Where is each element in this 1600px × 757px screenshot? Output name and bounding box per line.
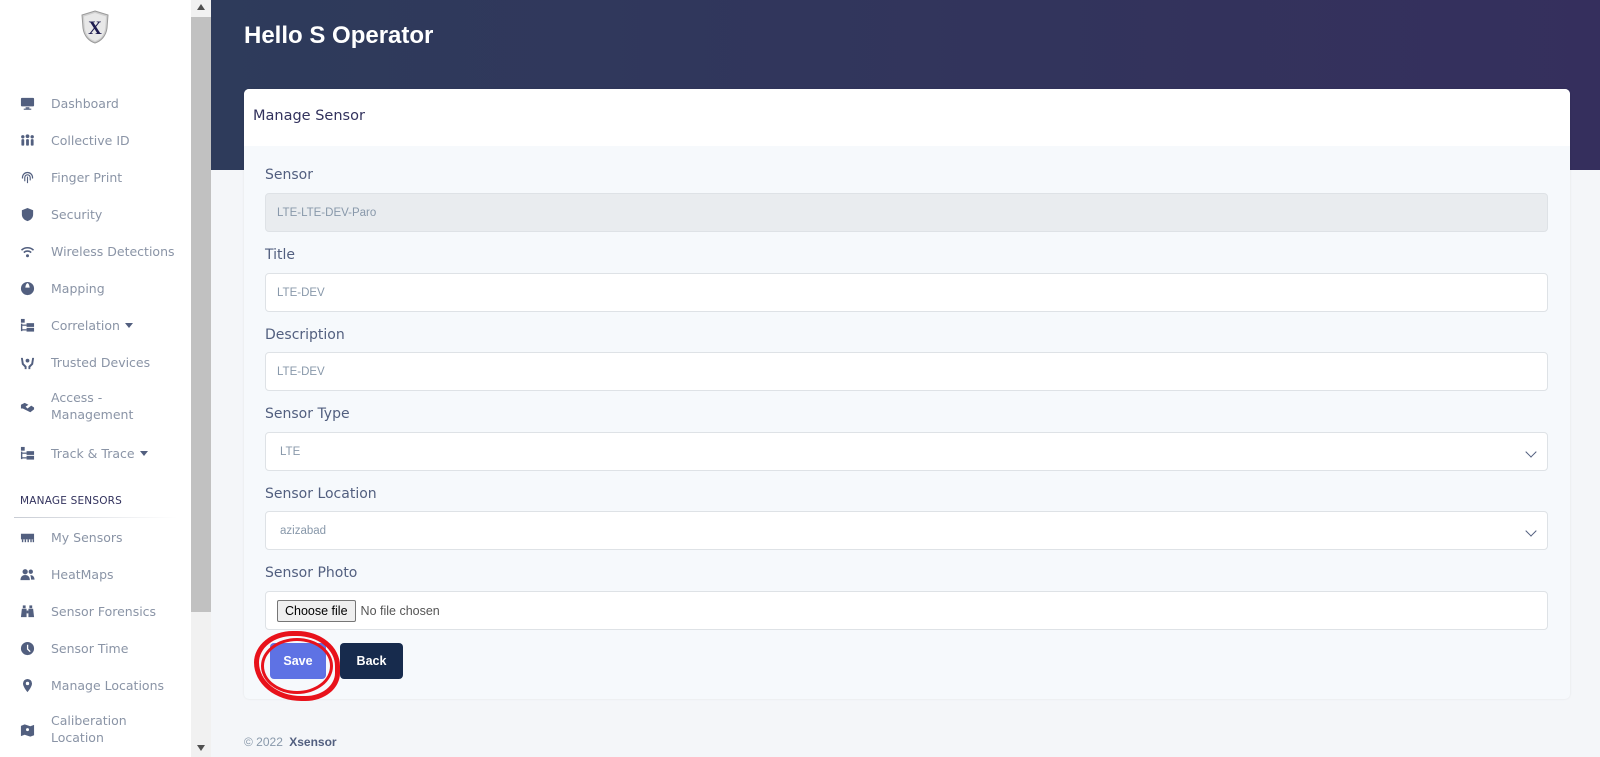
sidebar-item-label: My Sensors [51, 530, 123, 545]
monitor-icon [19, 95, 35, 111]
sidebar-item-label-wrap: Correlation [51, 317, 133, 334]
sensor-value: LTE-LTE-DEV-Paro [277, 206, 377, 219]
scroll-up-arrow-icon[interactable] [197, 4, 205, 10]
sensor-location-value: azizabad [280, 524, 327, 537]
sitemap-icon [19, 317, 35, 333]
scroll-down-arrow-icon[interactable] [197, 745, 205, 751]
sidebar-item-label: Correlation [51, 318, 120, 333]
chevron-down-icon [1525, 525, 1537, 537]
sensor-type-select[interactable]: LTE [265, 432, 1548, 471]
sidebar-item-label: HeatMaps [51, 567, 114, 582]
sensor-location-label: Sensor Location [265, 486, 377, 502]
wifi-icon [19, 243, 35, 259]
save-button[interactable]: Save [270, 643, 326, 679]
sidebar-item-label: Security [51, 207, 103, 222]
footer: © 2022 Xsensor [244, 735, 337, 749]
sidebar-item-label: Trusted Devices [51, 355, 151, 370]
choose-file-button[interactable]: Choose file [277, 599, 356, 622]
caret-down-icon [124, 323, 133, 328]
handshake-icon [19, 399, 35, 415]
logo-letter: X [88, 18, 102, 39]
xsensor-logo-icon[interactable]: X [80, 10, 110, 44]
sidebar-item-label: Collective ID [51, 133, 130, 148]
title-input[interactable]: LTE-DEV [265, 273, 1548, 312]
file-status-text: No file chosen [360, 603, 440, 618]
sensor-photo-label: Sensor Photo [265, 565, 358, 581]
sidebar-item-label: Sensor Time [51, 641, 129, 656]
footer-copyright: © 2022 [244, 735, 283, 749]
map-marker-icon [19, 677, 35, 693]
shield-icon [19, 206, 35, 222]
description-label: Description [265, 327, 345, 343]
sensor-type-value: LTE [280, 445, 301, 458]
sidebar-item-label-wrap: Track & Trace [51, 445, 148, 462]
section-divider [14, 517, 177, 518]
section-heading-manage-sensors: MANAGE SENSORS [20, 495, 123, 507]
sidebar-item-label: Dashboard [51, 96, 119, 111]
sensor-type-label: Sensor Type [265, 406, 350, 422]
sidebar-item-label-line2: Management [51, 407, 134, 422]
sensor-label: Sensor [265, 167, 313, 183]
binoculars-icon [19, 603, 35, 619]
sidebar-item-label: Finger Print [51, 170, 123, 185]
caret-down-icon [139, 451, 148, 456]
description-value: LTE-DEV [277, 365, 325, 378]
sidebar-item-label: Mapping [51, 281, 105, 296]
sidebar: X Dashboard Collective ID Finger Print S… [0, 0, 191, 757]
sidebar-item-label: Wireless Detections [51, 244, 175, 259]
users-icon [19, 566, 35, 582]
description-input[interactable]: LTE-DEV [265, 352, 1548, 391]
map-icon [19, 722, 35, 738]
hands-icon [19, 354, 35, 370]
title-value: LTE-DEV [277, 286, 325, 299]
sidebar-item-label: Sensor Forensics [51, 604, 157, 619]
sidebar-item-label: Manage Locations [51, 678, 165, 693]
sensor-photo-input: Choose file No file chosen [265, 591, 1548, 630]
sidebar-item-label-line2: Location [51, 730, 104, 745]
sidebar-item-label: Caliberation [51, 713, 127, 728]
card-title: Manage Sensor [253, 108, 365, 124]
sidebar-item-label: Track & Trace [51, 446, 135, 461]
fingerprint-icon [19, 169, 35, 185]
sensor-location-select[interactable]: azizabad [265, 511, 1548, 550]
sensor-field: LTE-LTE-DEV-Paro [265, 193, 1548, 232]
back-button[interactable]: Back [340, 643, 403, 679]
sidebar-item-label: Access - [51, 390, 103, 405]
clock-icon [19, 640, 35, 656]
scrollbar-thumb[interactable] [191, 17, 211, 612]
sidebar-scrollbar[interactable] [191, 0, 211, 757]
sitemap-icon [19, 445, 35, 461]
title-label: Title [265, 247, 296, 263]
footer-brand-link[interactable]: Xsensor [289, 735, 336, 749]
page-greeting: Hello S Operator [244, 22, 434, 49]
group-icon [19, 132, 35, 148]
chevron-down-icon [1525, 446, 1537, 458]
globe-icon [19, 280, 35, 296]
ethernet-icon [19, 529, 35, 545]
card-header: Manage Sensor [244, 89, 1570, 146]
